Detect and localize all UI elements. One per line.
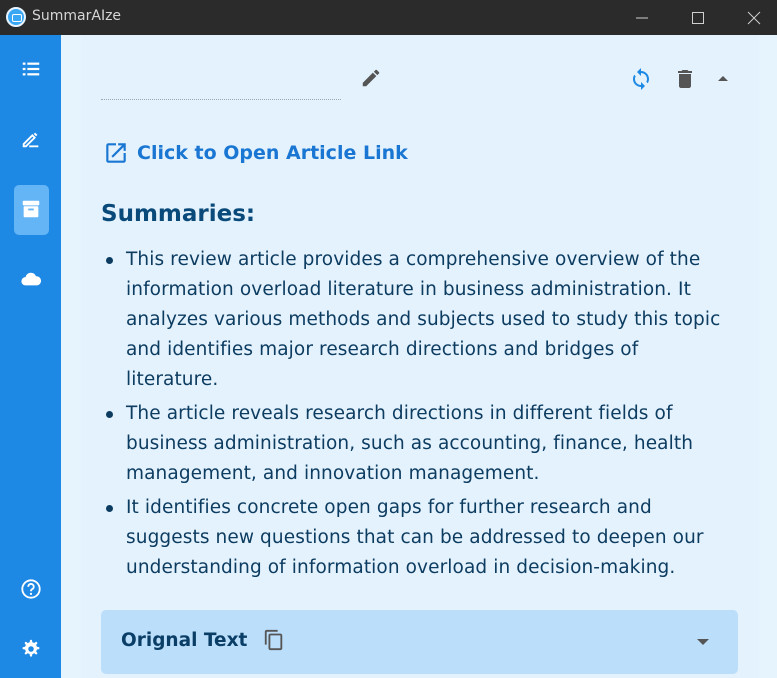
close-icon [747, 11, 761, 25]
delete-button[interactable] [670, 64, 700, 94]
sidebar [0, 35, 61, 678]
article-link-label: Click to Open Article Link [137, 142, 408, 164]
close-button[interactable] [731, 0, 777, 35]
summary-item: This review article provides a comprehen… [106, 245, 736, 395]
collapse-card-button[interactable] [708, 64, 738, 94]
sidebar-item-archive[interactable] [14, 185, 49, 235]
summary-item: It identifies concrete open gaps for fur… [106, 493, 736, 583]
cloud-icon [21, 272, 42, 286]
trash-icon [678, 70, 692, 88]
sidebar-item-help[interactable] [14, 565, 49, 615]
minimize-icon [636, 17, 648, 19]
copy-icon[interactable] [263, 629, 285, 651]
regenerate-button[interactable] [626, 64, 656, 94]
list-icon [22, 62, 40, 76]
maximize-button[interactable] [675, 0, 721, 35]
summaries-heading: Summaries: [101, 201, 256, 227]
open-external-icon [106, 143, 126, 163]
minimize-button[interactable] [619, 0, 665, 35]
moon-icon [21, 509, 31, 529]
settings-icon [22, 639, 40, 657]
refresh-icon [633, 68, 649, 90]
sidebar-item-cloud[interactable] [14, 255, 49, 305]
sidebar-item-list[interactable] [14, 45, 49, 95]
open-article-link[interactable]: Click to Open Article Link [103, 139, 408, 167]
sidebar-item-theme[interactable] [14, 495, 49, 545]
summary-list: This review article provides a comprehen… [106, 245, 736, 587]
sidebar-item-edit[interactable] [14, 115, 49, 165]
original-text-panel[interactable]: Orignal Text [101, 610, 738, 674]
archive-icon [22, 200, 40, 218]
summary-item: The article reveals research directions … [106, 399, 736, 489]
expand-chevron-icon[interactable] [693, 635, 713, 649]
summary-card: Click to Open Article Link Summaries: Th… [81, 35, 759, 678]
window-title: SummarAIze [32, 8, 122, 24]
app-logo-icon [6, 7, 26, 27]
edit-title-button[interactable] [357, 64, 387, 94]
window-titlebar: SummarAIze [0, 0, 777, 35]
caret-up-icon [718, 76, 728, 81]
edit-icon [22, 132, 39, 148]
help-icon [21, 579, 41, 599]
pencil-icon [362, 69, 380, 87]
sidebar-item-settings[interactable] [14, 625, 49, 675]
maximize-icon [692, 12, 704, 24]
summary-title-input[interactable] [101, 65, 341, 100]
main-content: Click to Open Article Link Summaries: Th… [61, 35, 777, 678]
original-text-label: Orignal Text [121, 630, 248, 651]
